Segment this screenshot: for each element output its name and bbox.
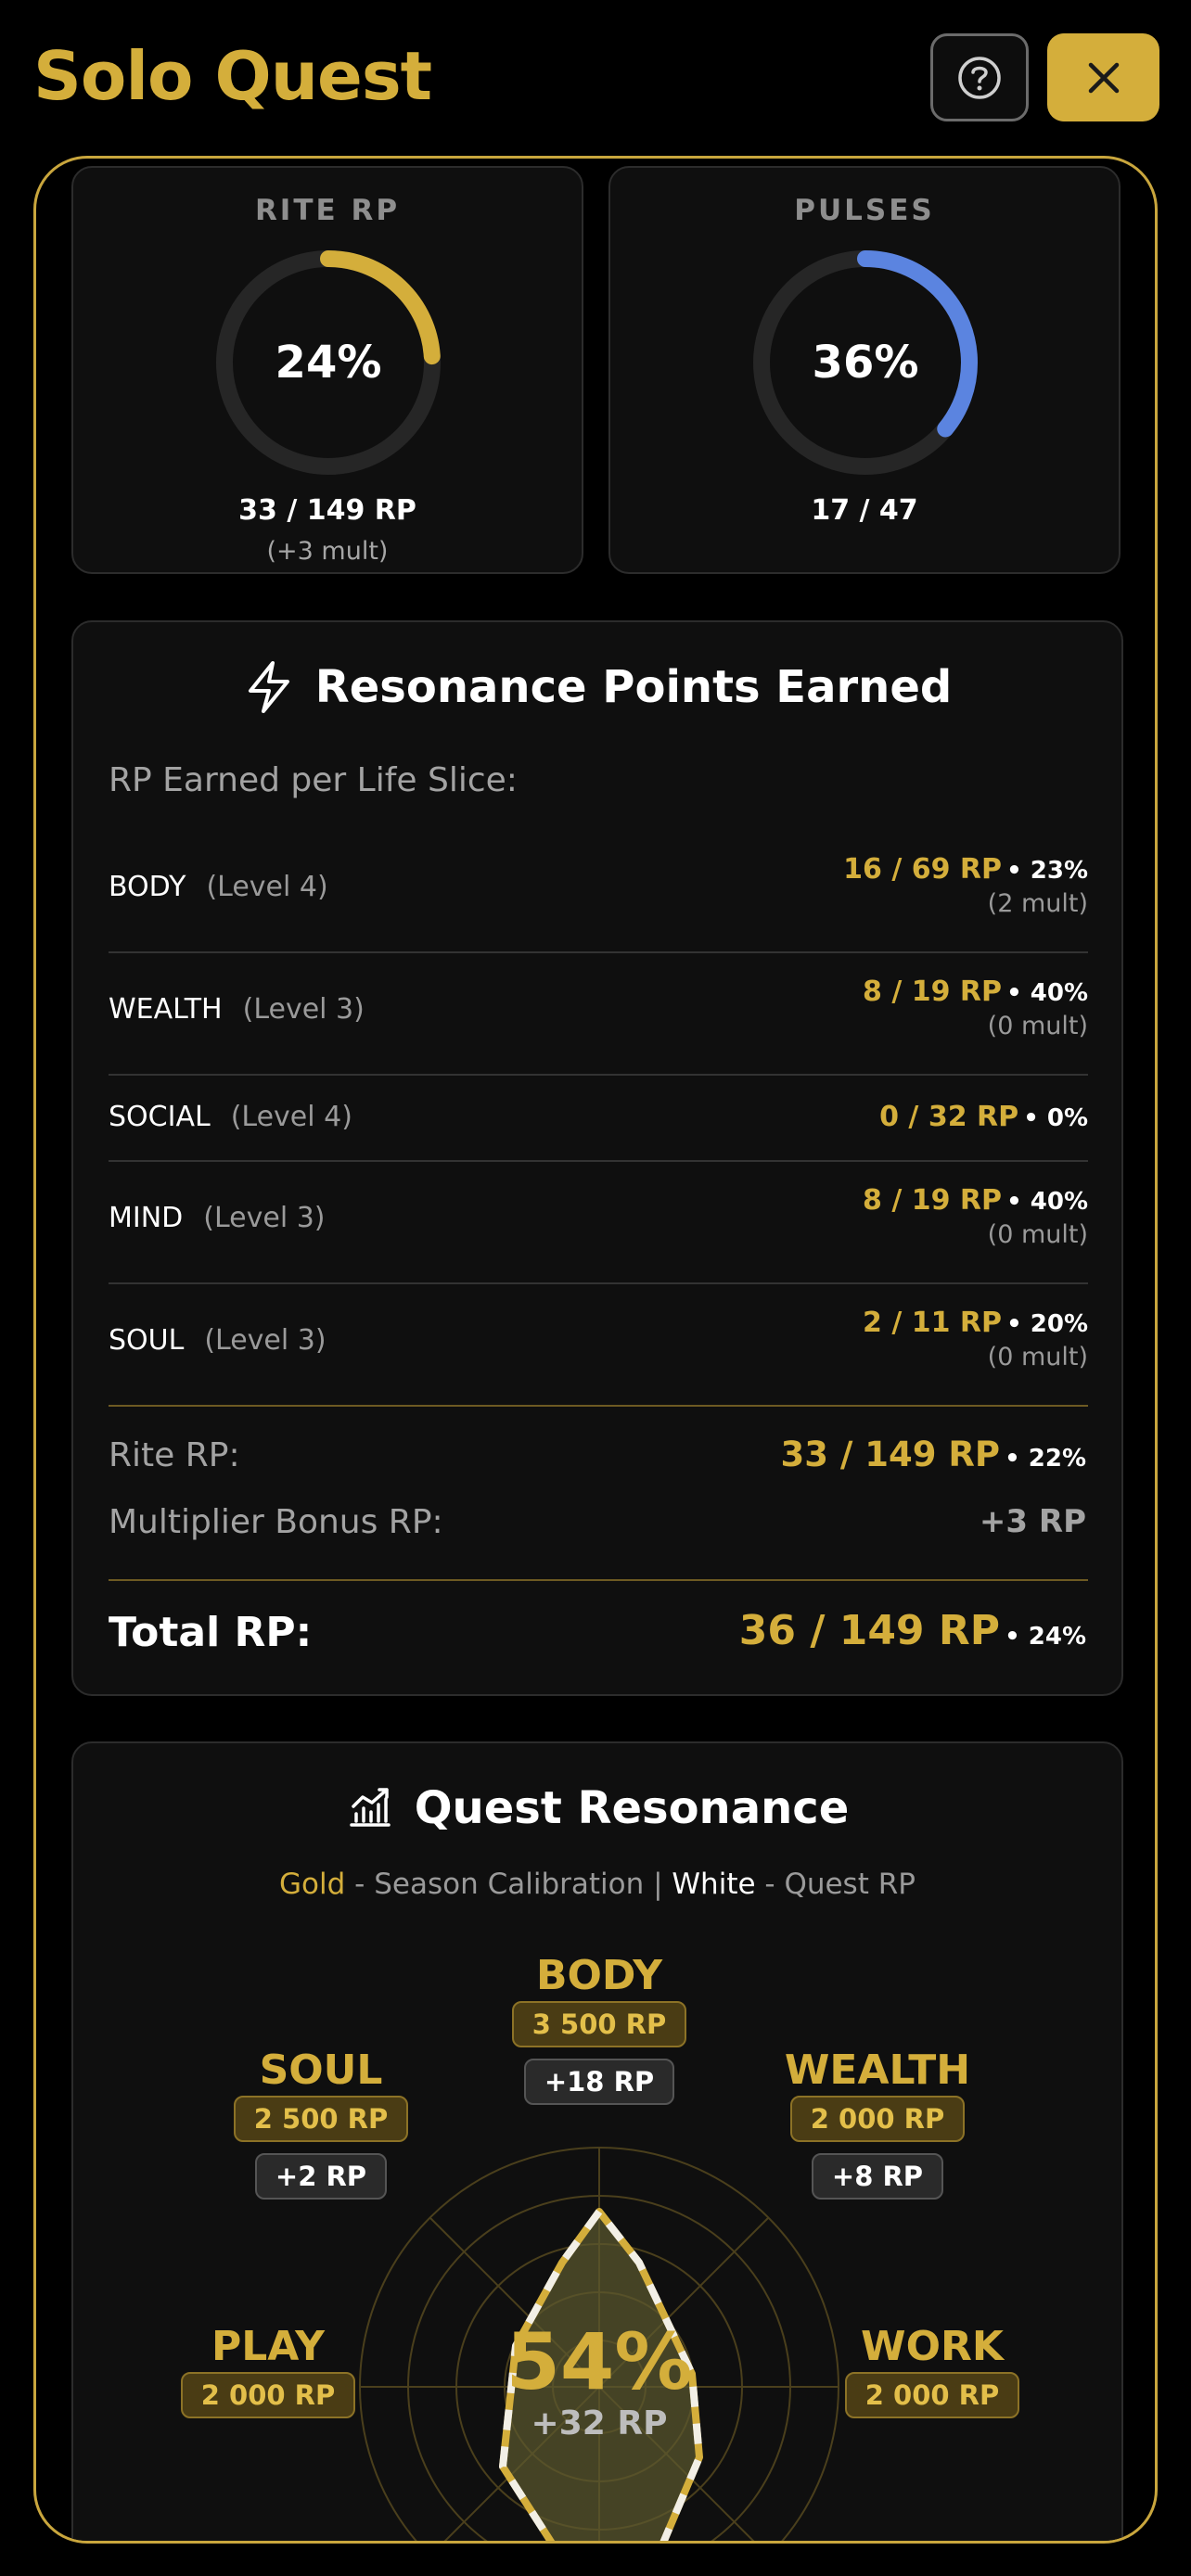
axis-soul: SOUL 2 500 RP +2 RP bbox=[182, 2047, 460, 2200]
slice-name: BODY bbox=[109, 871, 186, 903]
slice-percent: • 20% bbox=[1006, 1310, 1088, 1338]
rite-rp-label: RITE RP bbox=[254, 194, 401, 227]
rite-rp-mult: (+3 mult) bbox=[266, 537, 389, 566]
axis-name: BODY bbox=[535, 1952, 663, 1999]
total-rp-percent: • 24% bbox=[1005, 1623, 1086, 1651]
slice-row-body: BODY (Level 4) 16 / 69 RP • 23% (2 mult) bbox=[109, 831, 1088, 953]
total-rp-value: 36 / 149 RP bbox=[738, 1607, 1000, 1654]
slice-value: 0 / 32 RP bbox=[879, 1101, 1019, 1133]
slice-name: SOCIAL bbox=[109, 1101, 211, 1133]
question-circle-icon bbox=[958, 56, 1001, 99]
radar-center: 54% +32 RP bbox=[460, 2323, 738, 2442]
slice-level: (Level 4) bbox=[230, 1101, 352, 1133]
quest-resonance-card: Quest Resonance Gold - Season Calibratio… bbox=[71, 1741, 1123, 2541]
slice-value: 16 / 69 RP bbox=[843, 853, 1002, 886]
divider bbox=[109, 1579, 1088, 1581]
quest-rp-badge: +2 RP bbox=[254, 2153, 388, 2200]
legend-white: White bbox=[672, 1868, 756, 1901]
legend-gold: Gold bbox=[279, 1868, 346, 1901]
slice-name: WEALTH bbox=[109, 993, 223, 1026]
slice-level: (Level 3) bbox=[203, 1202, 326, 1234]
axis-name: PLAY bbox=[211, 2323, 325, 2370]
slice-row-mind: MIND (Level 3) 8 / 19 RP • 40% (0 mult) bbox=[109, 1162, 1088, 1284]
slice-level: (Level 4) bbox=[206, 871, 328, 903]
quest-resonance-header: Quest Resonance bbox=[73, 1782, 1121, 1834]
legend-white-desc: - Quest RP bbox=[755, 1868, 916, 1901]
page-title: Solo Quest bbox=[33, 37, 432, 115]
pulses-label: PULSES bbox=[794, 194, 935, 227]
total-rp-label: Total RP: bbox=[109, 1609, 313, 1656]
rite-rp-summary-percent: • 22% bbox=[1005, 1445, 1086, 1473]
divider bbox=[109, 1405, 1088, 1407]
slice-name: SOUL bbox=[109, 1324, 185, 1357]
quest-rp-badge: +8 RP bbox=[811, 2153, 944, 2200]
slice-row-wealth: WEALTH (Level 3) 8 / 19 RP • 40% (0 mult) bbox=[109, 953, 1088, 1076]
resonance-legend: Gold - Season Calibration | White - Ques… bbox=[73, 1868, 1121, 1901]
rite-rp-summary-label: Rite RP: bbox=[109, 1436, 240, 1474]
quest-resonance-title: Quest Resonance bbox=[414, 1782, 850, 1834]
axis-name: SOUL bbox=[259, 2047, 383, 2094]
legend-gold-desc: - Season Calibration | bbox=[345, 1868, 672, 1901]
axis-name: WEALTH bbox=[784, 2047, 971, 2094]
rp-earned-subtitle: RP Earned per Life Slice: bbox=[109, 761, 518, 799]
multiplier-bonus-label: Multiplier Bonus RP: bbox=[109, 1503, 443, 1541]
calibration-badge: 2 000 RP bbox=[180, 2372, 356, 2418]
rp-earned-title: Resonance Points Earned bbox=[314, 661, 953, 713]
axis-work: WORK 2 000 RP bbox=[793, 2323, 1071, 2418]
bar-chart-trend-icon bbox=[349, 1788, 391, 1827]
slice-name: MIND bbox=[109, 1202, 184, 1234]
slice-mult: (0 mult) bbox=[987, 1220, 1088, 1249]
pulses-percent: 36% bbox=[812, 337, 919, 389]
rp-earned-header: Resonance Points Earned bbox=[73, 659, 1121, 715]
slice-percent: • 40% bbox=[1006, 979, 1088, 1007]
pulses-card: PULSES 36% 17 / 47 bbox=[608, 166, 1121, 574]
close-x-icon bbox=[1088, 62, 1119, 93]
axis-wealth: WEALTH 2 000 RP +8 RP bbox=[738, 2047, 1017, 2200]
axis-play: PLAY 2 000 RP bbox=[129, 2323, 407, 2418]
slice-level: (Level 3) bbox=[242, 993, 365, 1026]
slice-level: (Level 3) bbox=[204, 1324, 327, 1357]
axis-name: WORK bbox=[861, 2323, 1004, 2370]
rite-rp-value: 33 / 149 RP bbox=[238, 494, 416, 527]
lightning-icon bbox=[248, 661, 289, 713]
quest-panel: RITE RP 24% 33 / 149 RP (+3 mult) PULSES… bbox=[33, 156, 1158, 2544]
calibration-badge: 3 500 RP bbox=[511, 2001, 687, 2047]
slice-value: 2 / 11 RP bbox=[863, 1307, 1002, 1339]
center-percent: 54% bbox=[506, 2316, 693, 2407]
slice-value: 8 / 19 RP bbox=[863, 976, 1002, 1008]
multiplier-bonus-value: +3 RP bbox=[979, 1503, 1086, 1540]
rite-rp-card: RITE RP 24% 33 / 149 RP (+3 mult) bbox=[71, 166, 583, 574]
rp-earned-card: Resonance Points Earned RP Earned per Li… bbox=[71, 620, 1123, 1696]
close-button[interactable] bbox=[1047, 33, 1159, 121]
slice-mult: (0 mult) bbox=[987, 1012, 1088, 1040]
top-bar: Solo Quest bbox=[0, 0, 1191, 158]
slice-percent: • 0% bbox=[1023, 1104, 1088, 1132]
center-rp: +32 RP bbox=[531, 2404, 668, 2442]
calibration-badge: 2 000 RP bbox=[844, 2372, 1020, 2418]
slice-value: 8 / 19 RP bbox=[863, 1184, 1002, 1217]
slice-percent: • 40% bbox=[1006, 1188, 1088, 1216]
calibration-badge: 2 500 RP bbox=[233, 2096, 409, 2142]
slice-row-social: SOCIAL (Level 4) 0 / 32 RP • 0% bbox=[109, 1076, 1088, 1162]
slice-row-soul: SOUL (Level 3) 2 / 11 RP • 20% (0 mult) bbox=[109, 1284, 1088, 1405]
help-button[interactable] bbox=[930, 33, 1029, 121]
quest-rp-badge: +18 RP bbox=[523, 2059, 675, 2105]
slice-percent: • 23% bbox=[1006, 857, 1088, 885]
rite-rp-summary-value: 33 / 149 RP bbox=[780, 1435, 1001, 1474]
axis-body: BODY 3 500 RP +18 RP bbox=[460, 1952, 738, 2105]
rite-rp-percent: 24% bbox=[275, 337, 382, 389]
calibration-badge: 2 000 RP bbox=[789, 2096, 966, 2142]
pulses-value: 17 / 47 bbox=[811, 494, 918, 527]
slice-mult: (0 mult) bbox=[987, 1343, 1088, 1371]
slice-mult: (2 mult) bbox=[987, 889, 1088, 918]
